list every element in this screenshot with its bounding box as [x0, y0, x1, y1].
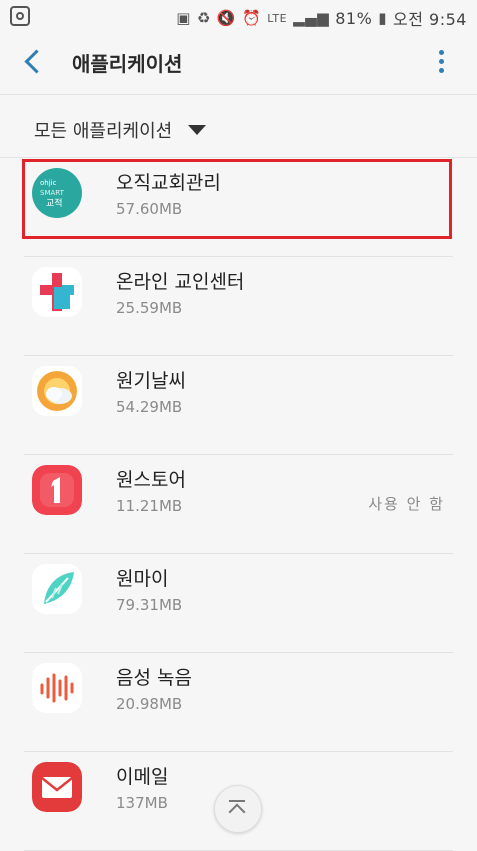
list-item[interactable]: 원마이 79.31MB — [0, 554, 477, 653]
back-arrow-icon[interactable] — [22, 49, 48, 75]
app-list: ohjic SMART 교적 오직교회관리 57.60MB 온라인 교인센터 2… — [0, 158, 477, 851]
dropdown-caret-icon — [188, 125, 207, 135]
app-size: 137MB — [116, 794, 168, 812]
app-filter-dropdown[interactable]: 모든 애플리케이션 — [34, 117, 207, 143]
signal-icon: ▂▄▆ — [293, 9, 330, 27]
lte-indicator: LTE — [267, 11, 288, 25]
app-name: 이메일 — [116, 766, 169, 788]
battery-icon: ▮ — [378, 9, 388, 27]
email-icon — [32, 762, 82, 812]
mute-icon: 🔇 — [216, 9, 237, 27]
filter-label: 모든 애플리케이션 — [34, 121, 173, 142]
app-size: 20.98MB — [116, 695, 183, 713]
battery-percent: 81% — [335, 8, 373, 28]
app-name: 원마이 — [116, 568, 169, 590]
onemy-leaf-icon — [32, 564, 82, 614]
list-item[interactable]: 원기날씨 54.29MB — [0, 356, 477, 455]
app-size: 25.59MB — [116, 299, 183, 317]
more-options-icon[interactable] — [439, 50, 445, 76]
app-name: 온라인 교인센터 — [116, 271, 245, 293]
onestore-icon — [32, 465, 82, 515]
page-title: 애플리케이션 — [72, 52, 183, 76]
status-bar: ▣ ♻ 🔇 ⏰ LTE ▂▄▆ 81% ▮ 오전 9:54 — [0, 0, 477, 32]
app-name: 원스토어 — [116, 469, 186, 491]
online-church-icon — [32, 267, 82, 317]
alarm-icon: ⏰ — [242, 9, 262, 27]
app-name: 원기날씨 — [116, 370, 186, 392]
list-item[interactable]: 음성 녹음 20.98MB — [0, 653, 477, 752]
clock: 오전 9:54 — [393, 10, 467, 29]
voice-recorder-icon — [32, 663, 82, 713]
app-name: 음성 녹음 — [116, 667, 192, 689]
app-size: 54.29MB — [116, 398, 183, 416]
battery-saver-icon: ▣ — [176, 9, 191, 27]
scroll-to-top-button[interactable] — [214, 785, 262, 833]
weather-icon — [32, 366, 82, 416]
status-right: ▣ ♻ 🔇 ⏰ LTE ▂▄▆ 81% ▮ 오전 9:54 — [176, 6, 467, 30]
app-size: 11.21MB — [116, 497, 183, 515]
app-disabled-status: 사용 안 함 — [368, 495, 445, 513]
list-item[interactable]: 원스토어 11.21MB 사용 안 함 — [0, 455, 477, 554]
app-status-icon — [10, 6, 30, 26]
app-size: 79.31MB — [116, 596, 183, 614]
selection-highlight — [22, 159, 452, 239]
list-item[interactable]: 온라인 교인센터 25.59MB — [0, 257, 477, 356]
app-bar: 애플리케이션 — [0, 32, 477, 95]
recycle-icon: ♻ — [196, 9, 211, 27]
